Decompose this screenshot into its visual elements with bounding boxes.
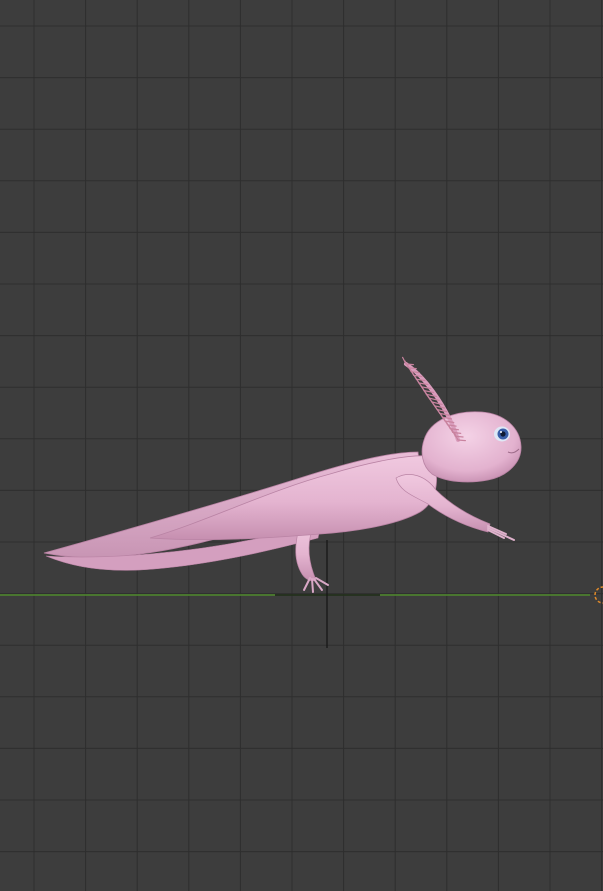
head xyxy=(421,411,522,483)
3d-viewport[interactable] xyxy=(0,0,603,891)
eye-icon xyxy=(494,426,510,442)
viewport-scene[interactable] xyxy=(0,0,603,891)
